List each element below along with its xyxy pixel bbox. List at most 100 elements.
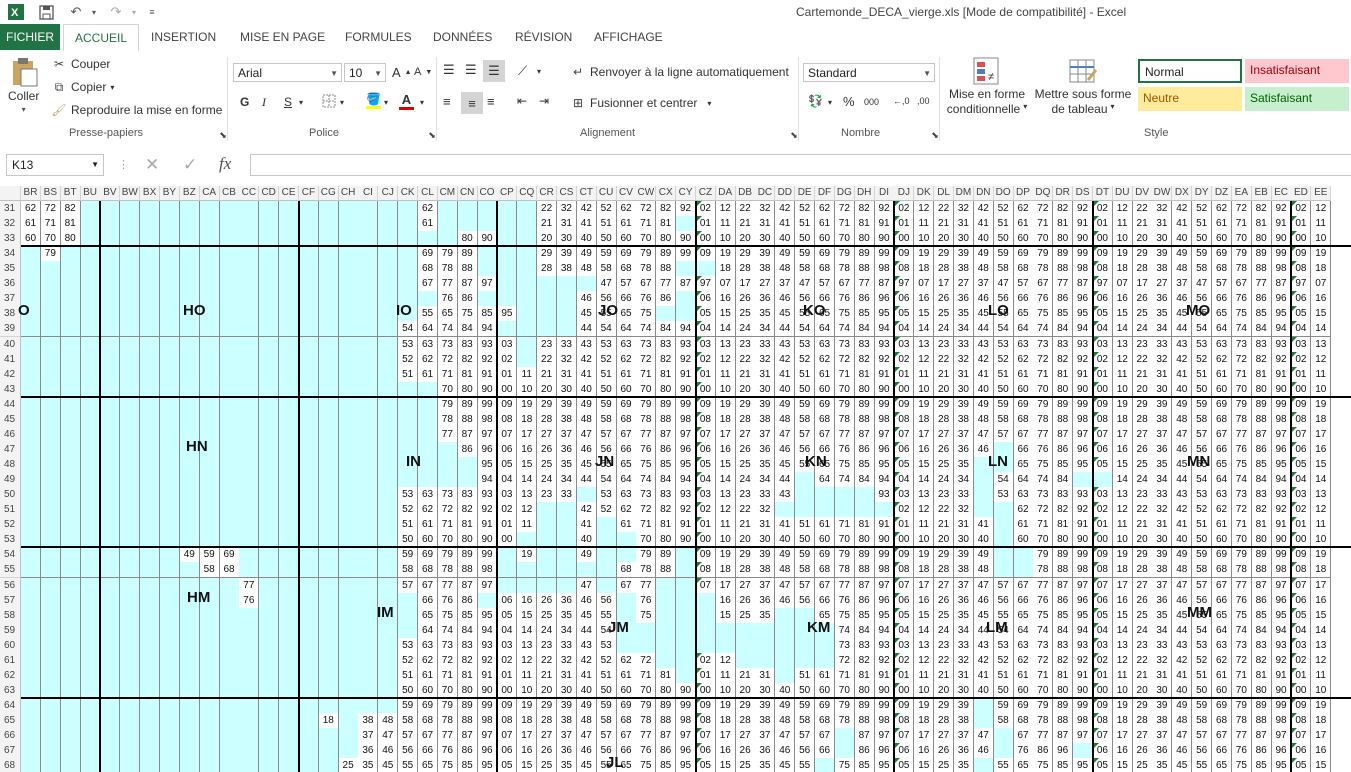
cell[interactable] xyxy=(497,291,518,308)
cell[interactable] xyxy=(80,246,101,263)
cell[interactable] xyxy=(973,487,994,504)
cell[interactable]: 38 xyxy=(1152,411,1173,428)
cell[interactable] xyxy=(279,276,300,293)
cell[interactable]: 37 xyxy=(755,577,776,594)
cell[interactable]: 14 xyxy=(914,321,935,338)
cell[interactable]: 49 xyxy=(1172,396,1193,413)
cell[interactable]: 11 xyxy=(517,517,538,534)
tab-mise-en-page[interactable]: MISE EN PAGE xyxy=(240,24,325,50)
cell[interactable]: 78 xyxy=(636,562,657,579)
cell[interactable]: 71 xyxy=(1231,667,1252,684)
cell[interactable]: 46 xyxy=(775,743,796,760)
cell[interactable]: 98 xyxy=(874,261,895,278)
cell[interactable] xyxy=(259,216,280,233)
cell[interactable] xyxy=(60,411,81,428)
cell[interactable]: 64 xyxy=(1013,321,1034,338)
cell[interactable] xyxy=(21,758,41,772)
cell[interactable]: 19 xyxy=(1311,246,1332,263)
cell[interactable] xyxy=(40,697,61,714)
cell[interactable]: 77 xyxy=(1033,426,1054,443)
cell[interactable]: 87 xyxy=(457,577,478,594)
cell[interactable] xyxy=(199,487,220,504)
cell[interactable]: 06 xyxy=(1291,291,1312,308)
cell[interactable] xyxy=(398,592,419,609)
cell[interactable]: 67 xyxy=(1013,426,1034,443)
column-header-cx[interactable]: CX xyxy=(656,186,677,201)
cell[interactable]: 59 xyxy=(596,697,617,714)
cell[interactable] xyxy=(60,487,81,504)
cell[interactable]: 69 xyxy=(1212,396,1232,413)
cell[interactable]: 68 xyxy=(418,562,438,579)
cell[interactable]: 48 xyxy=(775,713,796,730)
cell[interactable] xyxy=(279,441,300,458)
select-all-corner[interactable] xyxy=(0,186,21,201)
cell[interactable]: 75 xyxy=(636,457,657,474)
cell[interactable]: 16 xyxy=(914,291,935,308)
cell[interactable] xyxy=(259,321,280,338)
cell[interactable]: 52 xyxy=(1192,652,1213,669)
cell[interactable] xyxy=(40,261,61,278)
cell[interactable] xyxy=(179,637,200,654)
cell[interactable]: 49 xyxy=(576,396,597,413)
cell[interactable]: 39 xyxy=(953,547,974,564)
cell[interactable] xyxy=(298,667,319,684)
cell[interactable]: 03 xyxy=(497,637,518,654)
cell[interactable]: 69 xyxy=(815,396,835,413)
cell[interactable] xyxy=(298,246,319,263)
cell[interactable]: 24 xyxy=(934,622,955,639)
cell[interactable] xyxy=(120,607,141,624)
cell[interactable]: 88 xyxy=(656,261,677,278)
cell[interactable] xyxy=(398,276,419,293)
cell[interactable]: 63 xyxy=(1212,336,1232,353)
cell[interactable]: 41 xyxy=(1172,366,1193,383)
cell[interactable] xyxy=(279,697,300,714)
cell[interactable] xyxy=(21,276,41,293)
cell[interactable] xyxy=(239,276,260,293)
cell[interactable]: 17 xyxy=(1311,577,1332,594)
cell[interactable]: 76 xyxy=(1231,592,1252,609)
cell[interactable]: 94 xyxy=(676,472,697,489)
cell[interactable] xyxy=(80,441,101,458)
cell[interactable]: 58 xyxy=(993,411,1014,428)
cell[interactable]: 73 xyxy=(437,637,458,654)
cell[interactable]: 94 xyxy=(1073,622,1094,639)
column-header-cq[interactable]: CQ xyxy=(517,186,538,201)
row-header-58[interactable]: 58 xyxy=(0,607,21,624)
cell[interactable]: 72 xyxy=(1033,502,1054,519)
cell[interactable]: 35 xyxy=(1152,607,1173,624)
cell[interactable] xyxy=(100,758,121,772)
cell[interactable] xyxy=(60,652,81,669)
cell[interactable]: 21 xyxy=(934,667,955,684)
cell[interactable] xyxy=(279,426,300,443)
cell[interactable] xyxy=(378,487,399,504)
cell[interactable]: 23 xyxy=(537,637,558,654)
cell[interactable] xyxy=(80,562,101,579)
cell[interactable]: 05 xyxy=(497,457,518,474)
cell[interactable] xyxy=(298,502,319,519)
cell[interactable]: 06 xyxy=(497,743,518,760)
cell[interactable]: 49 xyxy=(576,246,597,263)
cell[interactable]: 18 xyxy=(1311,261,1332,278)
cell[interactable]: 77 xyxy=(636,577,657,594)
cell[interactable] xyxy=(60,592,81,609)
cell[interactable]: 51 xyxy=(993,667,1014,684)
cell[interactable] xyxy=(656,306,677,323)
row-header-35[interactable]: 35 xyxy=(0,261,21,278)
cell[interactable] xyxy=(556,547,577,564)
cell[interactable] xyxy=(378,441,399,458)
cell[interactable] xyxy=(993,457,1014,474)
cell[interactable]: 08 xyxy=(1291,562,1312,579)
cell[interactable] xyxy=(21,487,41,504)
cell[interactable] xyxy=(358,487,379,504)
cell[interactable]: 85 xyxy=(1053,306,1074,323)
cell[interactable]: 85 xyxy=(854,457,875,474)
row-header-43[interactable]: 43 xyxy=(0,381,21,398)
cell[interactable] xyxy=(100,728,121,745)
cell[interactable]: 16 xyxy=(914,441,935,458)
cell[interactable] xyxy=(159,487,180,504)
cell[interactable]: 79 xyxy=(1033,697,1054,714)
cell[interactable] xyxy=(338,622,359,639)
cell[interactable] xyxy=(120,517,141,534)
cell[interactable]: 31 xyxy=(556,366,577,383)
cell[interactable]: 75 xyxy=(1033,607,1054,624)
